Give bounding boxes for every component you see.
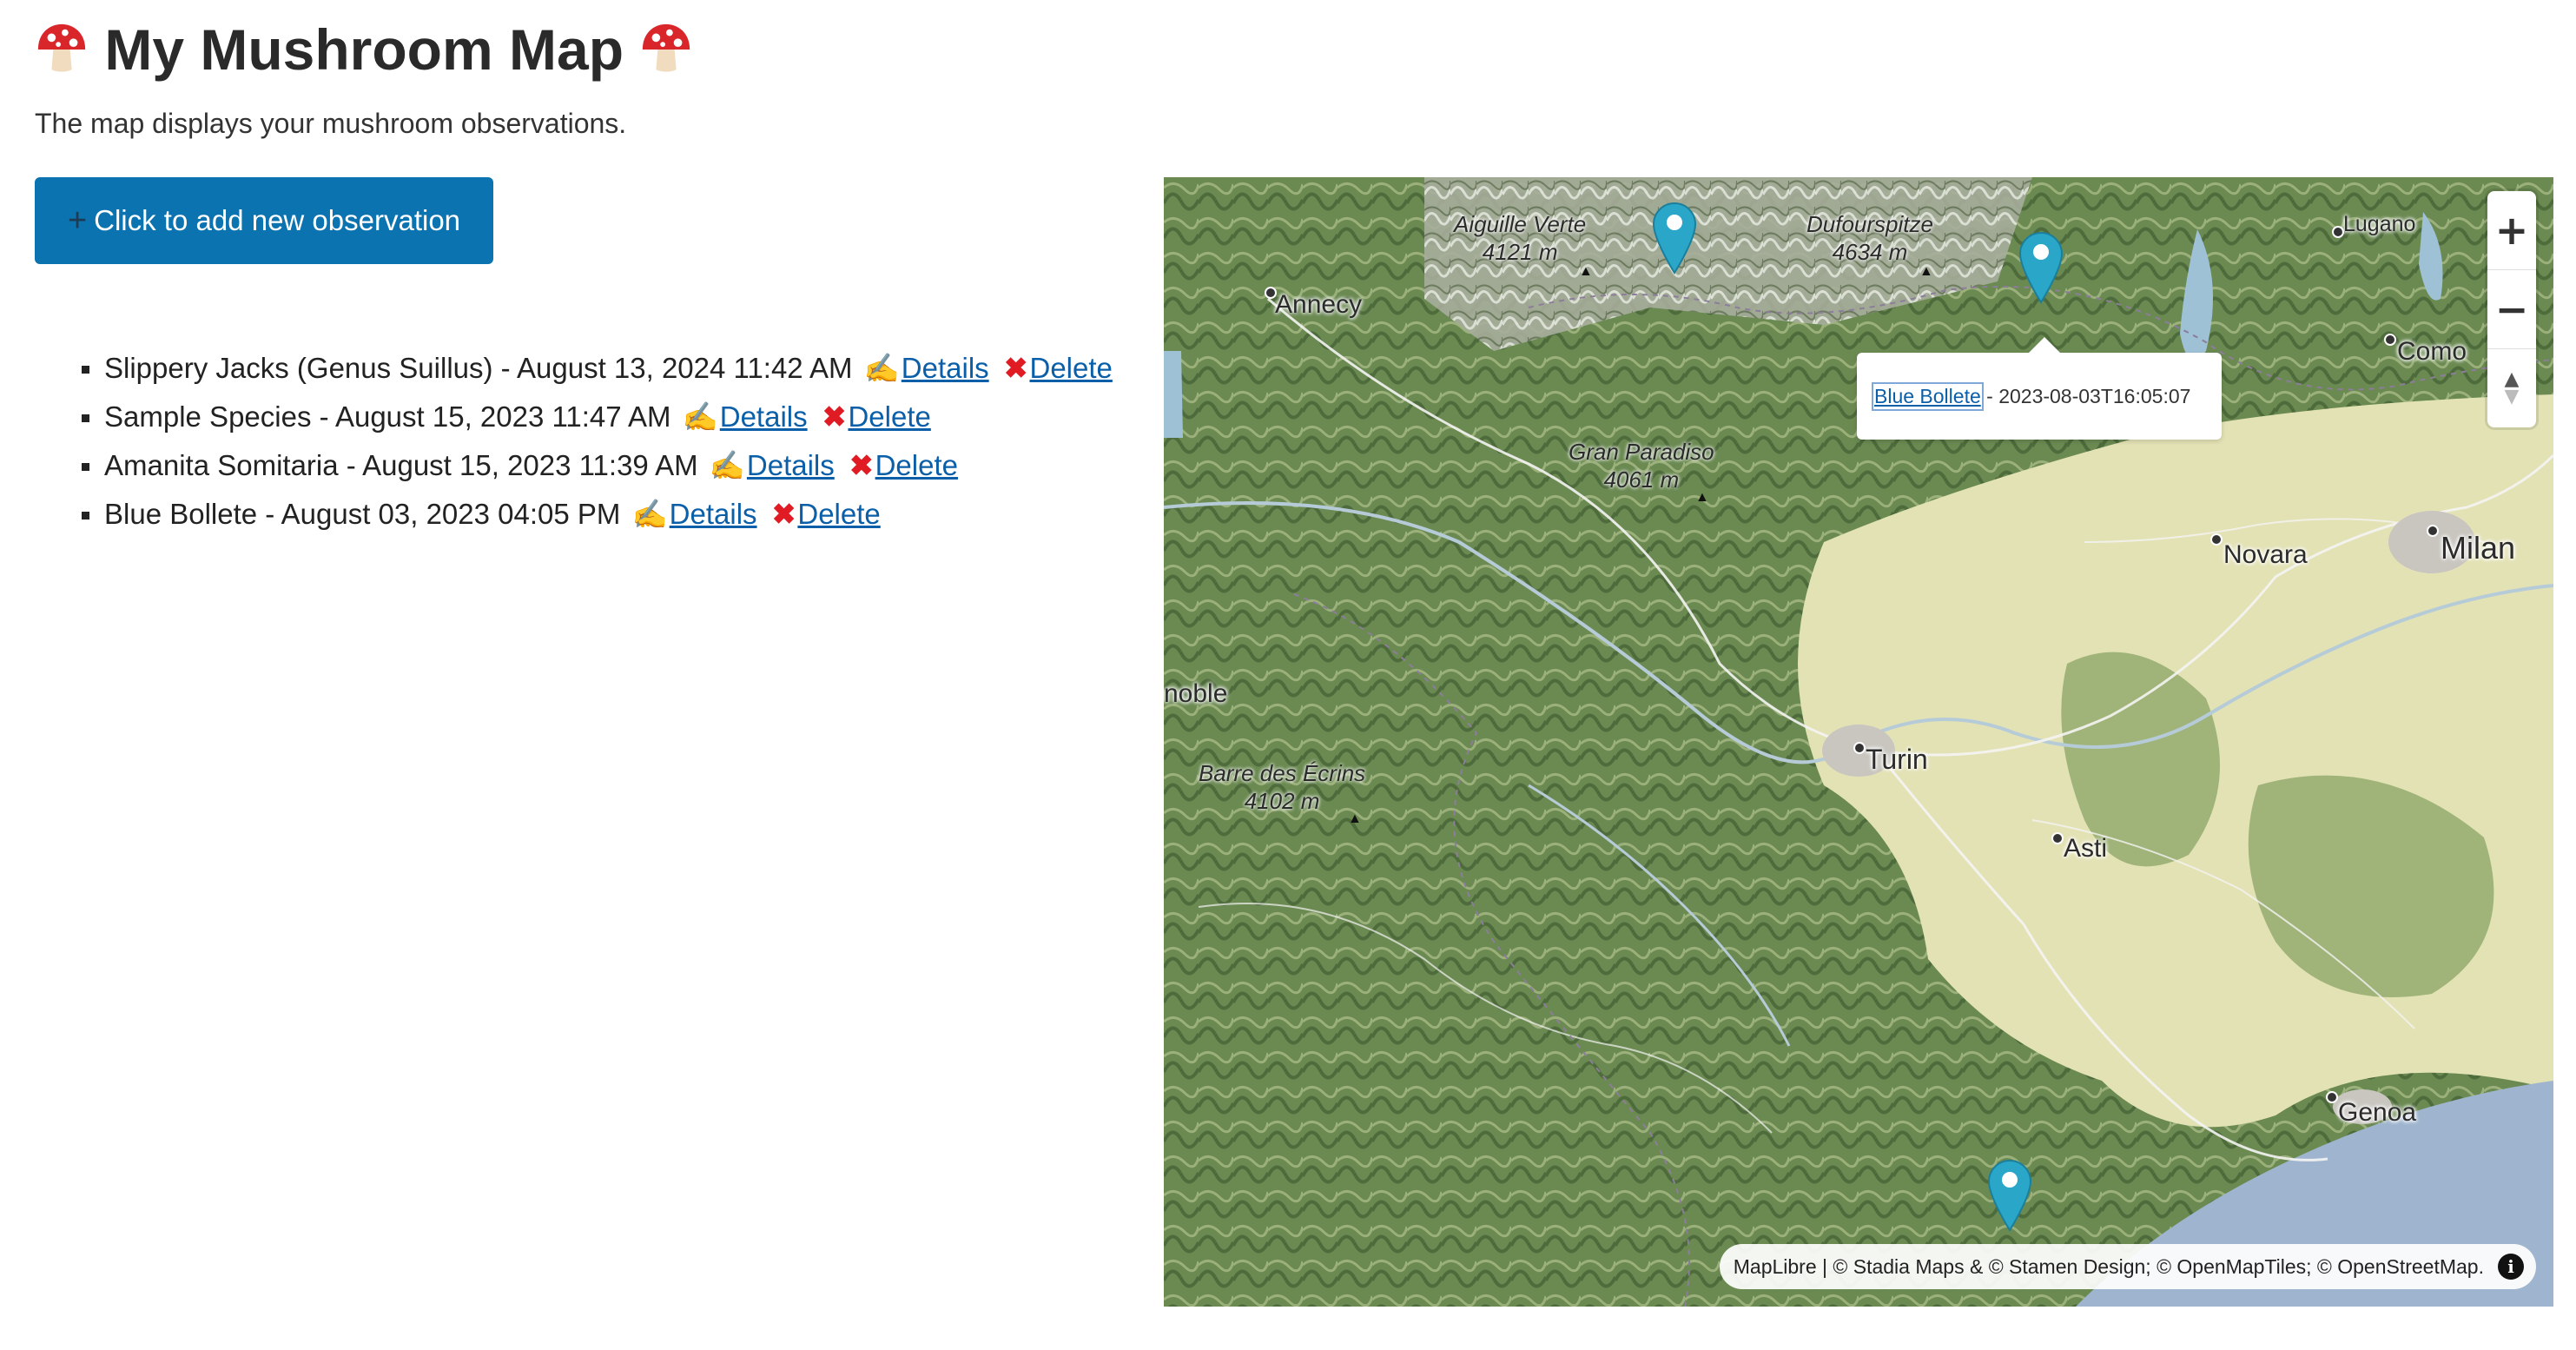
- place-label-lugano: Lugano: [2343, 212, 2416, 236]
- info-icon[interactable]: i: [2498, 1254, 2524, 1280]
- list-item: Sample Species - August 15, 2023 11:47 A…: [82, 393, 1113, 441]
- compass-south-icon: ▼: [2504, 386, 2520, 407]
- peak-icon: ▲: [1695, 490, 1709, 505]
- plus-icon: +: [67, 202, 88, 239]
- peak-name: Dufourspitze: [1807, 211, 1933, 237]
- map-navigation-control: + − ▲ ▼: [2487, 191, 2536, 427]
- city-dot: [2384, 334, 2396, 346]
- mushroom-icon: [35, 16, 89, 94]
- intro-text: The map displays your mushroom observati…: [35, 108, 627, 139]
- map-attribution: MapLibre | © Stadia Maps & © Stamen Desi…: [1719, 1244, 2536, 1289]
- map-marker[interactable]: [2017, 229, 2065, 304]
- page-title: My Mushroom Map: [35, 10, 693, 94]
- compass-button[interactable]: ▲ ▼: [2487, 349, 2536, 427]
- city-dot: [2332, 226, 2344, 238]
- list-item: Blue Bollete - August 03, 2023 04:05 PM …: [82, 490, 1113, 539]
- delete-link[interactable]: Delete: [848, 400, 930, 433]
- add-observation-button[interactable]: + Click to add new observation: [35, 177, 493, 264]
- place-label-como: Como: [2397, 337, 2467, 366]
- cross-mark-icon: ✖: [1003, 352, 1028, 384]
- writing-hand-icon: ✍️: [631, 498, 668, 530]
- place-label-milan: Milan: [2441, 530, 2516, 566]
- city-dot: [2051, 832, 2064, 844]
- list-item: Slippery Jacks (Genus Suillus) - August …: [82, 344, 1113, 393]
- mushroom-icon: [639, 16, 693, 94]
- peak-altitude: 4102 m: [1244, 788, 1320, 814]
- city-dot: [2210, 533, 2223, 546]
- zoom-in-button[interactable]: +: [2487, 191, 2536, 270]
- place-label-turin: Turin: [1866, 744, 1928, 775]
- map-marker[interactable]: [1985, 1157, 2034, 1232]
- delete-link[interactable]: Delete: [875, 449, 958, 481]
- peak-label-barre-des-ecrins: Barre des Écrins 4102 m: [1199, 759, 1365, 815]
- peak-name: Gran Paradiso: [1569, 439, 1714, 465]
- place-label-asti: Asti: [2064, 834, 2108, 863]
- delete-link[interactable]: Delete: [797, 498, 880, 530]
- cross-mark-icon: ✖: [849, 449, 874, 481]
- zoom-out-button[interactable]: −: [2487, 270, 2536, 349]
- place-label-novara: Novara: [2223, 540, 2308, 569]
- popup-observation-link[interactable]: Blue Bollete: [1872, 381, 1984, 411]
- popup-timestamp: - 2023-08-03T16:05:07: [1980, 384, 2191, 407]
- map-canvas[interactable]: Lugano Como Annecy Novara Milan noble Tu…: [1164, 177, 2553, 1307]
- peak-label-aiguille-verte: Aiguille Verte 4121 m: [1454, 210, 1586, 266]
- peak-icon: ▲: [1348, 811, 1362, 826]
- city-dot: [2326, 1091, 2338, 1103]
- observation-list: Slippery Jacks (Genus Suillus) - August …: [82, 344, 1113, 539]
- writing-hand-icon: ✍️: [863, 352, 900, 384]
- cross-mark-icon: ✖: [822, 400, 847, 433]
- place-label-annecy: Annecy: [1275, 290, 1363, 319]
- peak-name: Aiguille Verte: [1454, 211, 1587, 237]
- city-dot: [2427, 525, 2439, 537]
- city-dot: [1853, 742, 1866, 754]
- details-link[interactable]: Details: [902, 352, 989, 384]
- page: My Mushroom Map The map displays your mu…: [0, 0, 2576, 1350]
- details-link[interactable]: Details: [747, 449, 835, 481]
- observation-text: Sample Species - August 15, 2023 11:47 A…: [104, 400, 671, 433]
- map-marker[interactable]: [1650, 200, 1699, 275]
- delete-link[interactable]: Delete: [1029, 352, 1112, 384]
- peak-label-dufourspitze: Dufourspitze 4634 m: [1807, 210, 1933, 266]
- cross-mark-icon: ✖: [771, 498, 796, 530]
- peak-altitude: 4121 m: [1482, 239, 1558, 265]
- observation-text: Blue Bollete - August 03, 2023 04:05 PM: [104, 498, 621, 530]
- list-item: Amanita Somitaria - August 15, 2023 11:3…: [82, 441, 1113, 490]
- observation-text: Amanita Somitaria - August 15, 2023 11:3…: [104, 449, 698, 481]
- observation-text: Slippery Jacks (Genus Suillus) - August …: [104, 352, 853, 384]
- details-link[interactable]: Details: [720, 400, 808, 433]
- peak-name: Barre des Écrins: [1199, 760, 1366, 786]
- place-label-grenoble: noble: [1164, 679, 1228, 708]
- peak-label-gran-paradiso: Gran Paradiso 4061 m: [1569, 438, 1714, 493]
- peak-icon: ▲: [1919, 264, 1933, 279]
- marker-popup: Blue Bollete - 2023-08-03T16:05:07: [1857, 337, 2222, 440]
- details-link[interactable]: Details: [670, 498, 757, 530]
- writing-hand-icon: ✍️: [709, 449, 745, 481]
- peak-altitude: 4634 m: [1832, 239, 1908, 265]
- writing-hand-icon: ✍️: [682, 400, 718, 433]
- page-title-text: My Mushroom Map: [104, 17, 624, 82]
- peak-icon: ▲: [1579, 264, 1593, 279]
- attribution-text: MapLibre | © Stadia Maps & © Stamen Desi…: [1733, 1254, 2484, 1278]
- place-label-genoa: Genoa: [2338, 1098, 2417, 1127]
- peak-altitude: 4061 m: [1603, 467, 1680, 493]
- add-observation-label: Click to add new observation: [94, 204, 461, 236]
